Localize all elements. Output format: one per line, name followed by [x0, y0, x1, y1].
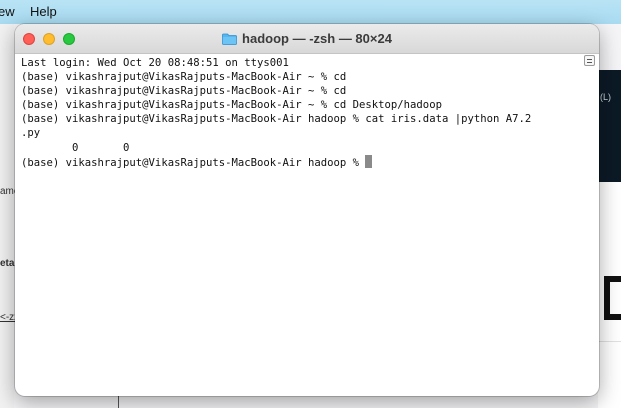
menu-item-view[interactable]: ew	[0, 4, 15, 19]
scroll-marks-icon[interactable]	[584, 55, 595, 66]
terminal-prompt: (base) vikashrajput@VikasRajputs-MacBook…	[21, 157, 365, 169]
folder-icon	[222, 33, 237, 45]
terminal-line: .py	[21, 126, 585, 140]
terminal-line: Last login: Wed Oct 20 08:48:51 on ttys0…	[21, 56, 585, 70]
background-banner-text: (L)	[600, 92, 611, 102]
menubar: ew Help	[0, 0, 621, 24]
title-bar[interactable]: hadoop — -zsh — 80×24	[15, 24, 599, 54]
terminal-output[interactable]: Last login: Wed Oct 20 08:48:51 on ttys0…	[15, 54, 585, 396]
background-divider	[598, 341, 621, 342]
menu-item-help[interactable]: Help	[30, 4, 57, 19]
terminal-line: (base) vikashrajput@VikasRajputs-MacBook…	[21, 98, 585, 112]
terminal-line: 0 0	[21, 141, 585, 155]
background-bracket-glyph	[604, 276, 621, 320]
window-title-wrap: hadoop — -zsh — 80×24	[15, 24, 599, 53]
terminal-line: (base) vikashrajput@VikasRajputs-MacBook…	[21, 70, 585, 84]
background-content-panel	[598, 182, 621, 408]
terminal-line: (base) vikashrajput@VikasRajputs-MacBook…	[21, 84, 585, 98]
terminal-window[interactable]: hadoop — -zsh — 80×24 Last login: Wed Oc…	[15, 24, 599, 396]
background-dark-banner: (L)	[598, 70, 621, 182]
text-cursor	[365, 155, 372, 168]
terminal-prompt-line[interactable]: (base) vikashrajput@VikasRajputs-MacBook…	[21, 155, 585, 169]
window-title: hadoop — -zsh — 80×24	[242, 31, 392, 46]
terminal-line: (base) vikashrajput@VikasRajputs-MacBook…	[21, 112, 585, 126]
background-sidebar: ame etar <-zz	[0, 24, 14, 408]
